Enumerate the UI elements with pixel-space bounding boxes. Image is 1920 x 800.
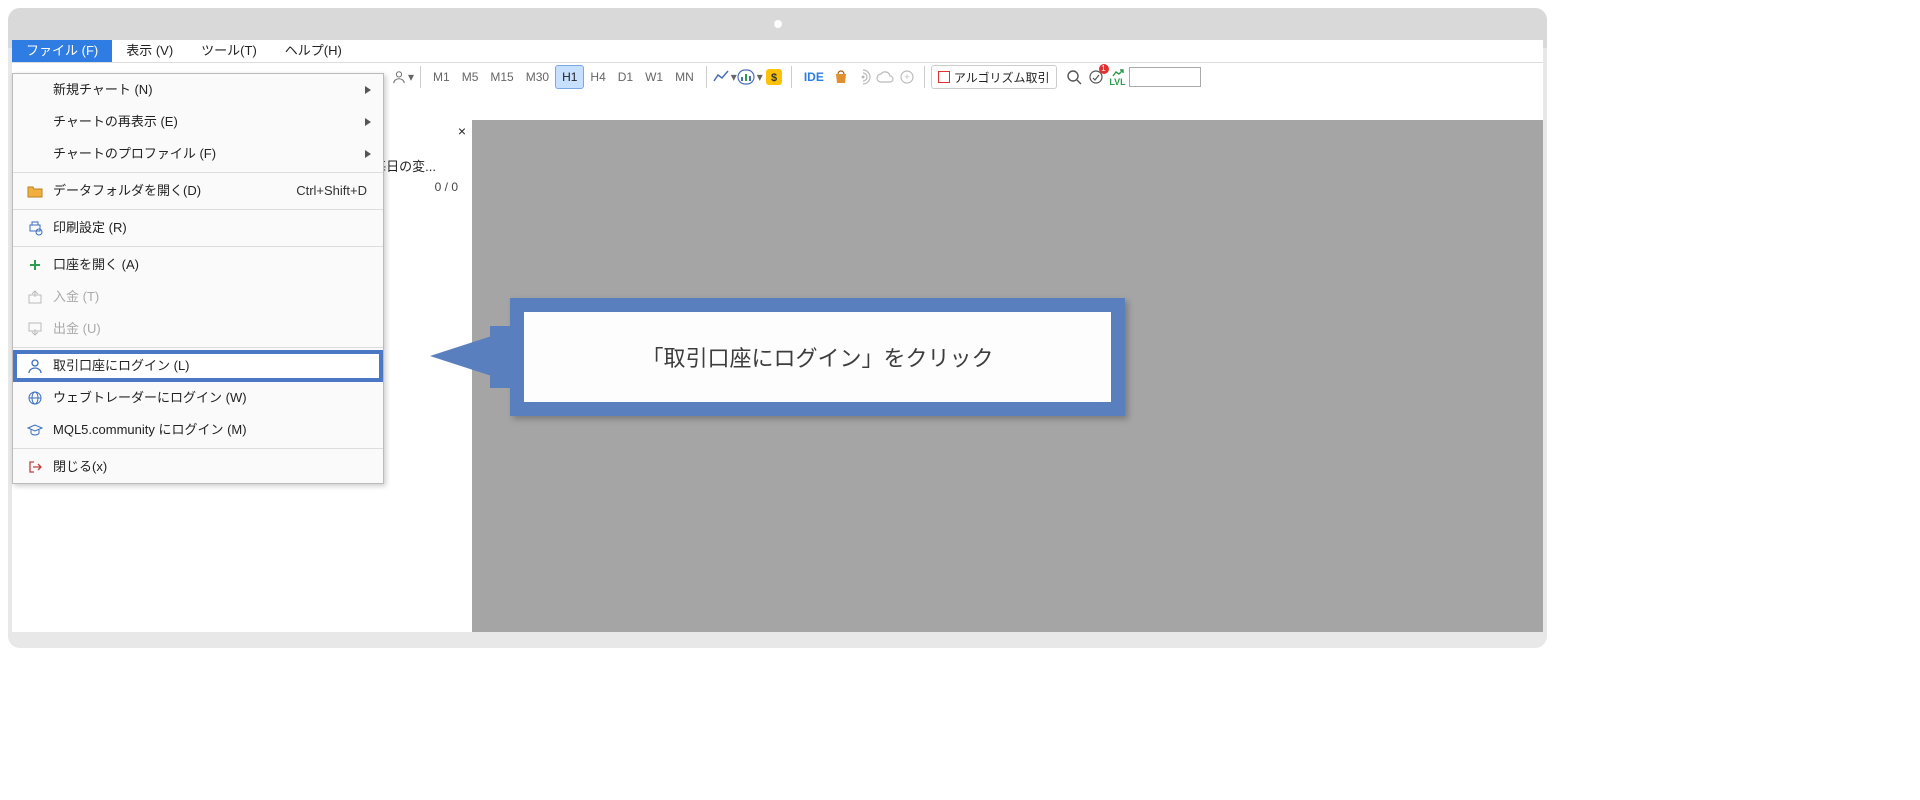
notification-icon[interactable]: 1 xyxy=(1085,66,1107,88)
tab-close-button[interactable]: × xyxy=(452,121,472,141)
menu-reshow-chart-label: チャートの再表示 (E) xyxy=(53,106,178,138)
menu-deposit[interactable]: 入金 (T) xyxy=(13,281,383,313)
callout-bubble: 「取引口座にログイン」をクリック xyxy=(510,298,1125,416)
menu-file[interactable]: ファイル (F) xyxy=(12,40,112,62)
user-dropdown-icon[interactable]: ▾ xyxy=(392,66,414,88)
menu-print-setup[interactable]: 印刷設定 (R) xyxy=(13,212,383,244)
menu-print-setup-label: 印刷設定 (R) xyxy=(53,212,127,244)
callout-inner: 「取引口座にログイン」をクリック xyxy=(524,312,1111,402)
chart-line-icon[interactable]: ▾ xyxy=(713,66,737,88)
menu-help[interactable]: ヘルプ(H) xyxy=(271,40,356,62)
graduation-cap-icon xyxy=(27,422,43,438)
user-icon xyxy=(27,358,43,374)
menu-separator xyxy=(13,448,383,449)
plus-icon xyxy=(27,257,43,273)
timeframe-m15[interactable]: M15 xyxy=(484,66,519,88)
market-bag-icon[interactable] xyxy=(830,66,852,88)
menu-reshow-chart[interactable]: チャートの再表示 (E) xyxy=(13,106,383,138)
algo-trading-label: アルゴリズム取引 xyxy=(954,69,1050,86)
menu-separator xyxy=(13,347,383,348)
menu-chart-profile[interactable]: チャートのプロファイル (F) xyxy=(13,138,383,170)
menu-open-data-folder-label: データフォルダを開く(D) xyxy=(53,175,201,207)
deposit-icon xyxy=(27,289,43,305)
counter-label: 0 / 0 xyxy=(435,180,458,194)
menu-deposit-label: 入金 (T) xyxy=(53,281,99,313)
timeframe-w1[interactable]: W1 xyxy=(639,66,669,88)
timeframe-m1[interactable]: M1 xyxy=(427,66,456,88)
menu-open-data-folder[interactable]: データフォルダを開く(D) Ctrl+Shift+D xyxy=(13,175,383,207)
menu-chart-profile-label: チャートのプロファイル (F) xyxy=(53,138,216,170)
timeframe-h4[interactable]: H4 xyxy=(584,66,611,88)
menu-open-account[interactable]: 口座を開く (A) xyxy=(13,249,383,281)
menu-new-chart-label: 新規チャート (N) xyxy=(53,74,153,106)
callout-pointer xyxy=(430,330,510,382)
callout-text: 「取引口座にログイン」をクリック xyxy=(641,341,993,373)
globe-icon xyxy=(27,390,43,406)
svg-text:+: + xyxy=(904,72,909,82)
menu-separator xyxy=(13,209,383,210)
menu-view[interactable]: 表示 (V) xyxy=(112,40,187,62)
menu-shortcut: Ctrl+Shift+D xyxy=(296,175,367,207)
menu-close-label: 閉じる(x) xyxy=(53,451,107,483)
menu-separator xyxy=(13,172,383,173)
timeframe-m5[interactable]: M5 xyxy=(456,66,485,88)
folder-icon xyxy=(27,183,43,199)
file-menu: 新規チャート (N) チャートの再表示 (E) チャートのプロファイル (F) … xyxy=(12,73,384,484)
separator xyxy=(924,66,925,88)
ide-button[interactable]: IDE xyxy=(798,66,830,88)
titlebar-dot xyxy=(774,20,782,28)
separator xyxy=(791,66,792,88)
menu-login-trade-label: 取引口座にログイン (L) xyxy=(53,350,190,382)
submenu-arrow-icon xyxy=(365,150,371,158)
chart-bars-icon[interactable]: ▾ xyxy=(737,66,763,88)
separator xyxy=(420,66,421,88)
timeframe-d1[interactable]: D1 xyxy=(612,66,639,88)
menu-login-mql5[interactable]: MQL5.community にログイン (M) xyxy=(13,414,383,446)
menu-login-trade-account[interactable]: 取引口座にログイン (L) xyxy=(13,350,383,382)
vps-icon[interactable]: + xyxy=(896,66,918,88)
submenu-arrow-icon xyxy=(365,118,371,126)
menu-withdraw-label: 出金 (U) xyxy=(53,313,101,345)
separator xyxy=(706,66,707,88)
printer-gear-icon xyxy=(27,220,43,236)
menu-login-web-label: ウェブトレーダーにログイン (W) xyxy=(53,382,247,414)
level-label: LVL xyxy=(1109,78,1125,86)
logout-icon xyxy=(27,459,43,475)
timeframe-mn[interactable]: MN xyxy=(669,66,700,88)
menu-login-mql5-label: MQL5.community にログイン (M) xyxy=(53,414,247,446)
timeframe-m30[interactable]: M30 xyxy=(520,66,555,88)
panel-tabs: × xyxy=(452,120,472,142)
menu-new-chart[interactable]: 新規チャート (N) xyxy=(13,74,383,106)
svg-text:$: $ xyxy=(771,72,777,84)
menu-login-webtrader[interactable]: ウェブトレーダーにログイン (W) xyxy=(13,382,383,414)
timeframe-h1[interactable]: H1 xyxy=(555,65,584,89)
withdraw-icon xyxy=(27,321,43,337)
signals-icon[interactable] xyxy=(852,66,874,88)
status-input[interactable] xyxy=(1129,67,1201,87)
menu-withdraw[interactable]: 出金 (U) xyxy=(13,313,383,345)
algo-trading-button[interactable]: アルゴリズム取引 xyxy=(931,65,1057,89)
menu-separator xyxy=(13,246,383,247)
stop-icon xyxy=(938,71,950,83)
dollar-icon[interactable]: $ xyxy=(763,66,785,88)
menu-tools[interactable]: ツール(T) xyxy=(187,40,271,62)
cloud-icon[interactable] xyxy=(874,66,896,88)
menubar: ファイル (F) 表示 (V) ツール(T) ヘルプ(H) xyxy=(12,40,1543,63)
menu-open-account-label: 口座を開く (A) xyxy=(53,249,139,281)
submenu-arrow-icon xyxy=(365,86,371,94)
search-icon[interactable] xyxy=(1063,66,1085,88)
menu-close[interactable]: 閉じる(x) xyxy=(13,451,383,483)
level-icon[interactable]: LVL xyxy=(1107,66,1129,88)
